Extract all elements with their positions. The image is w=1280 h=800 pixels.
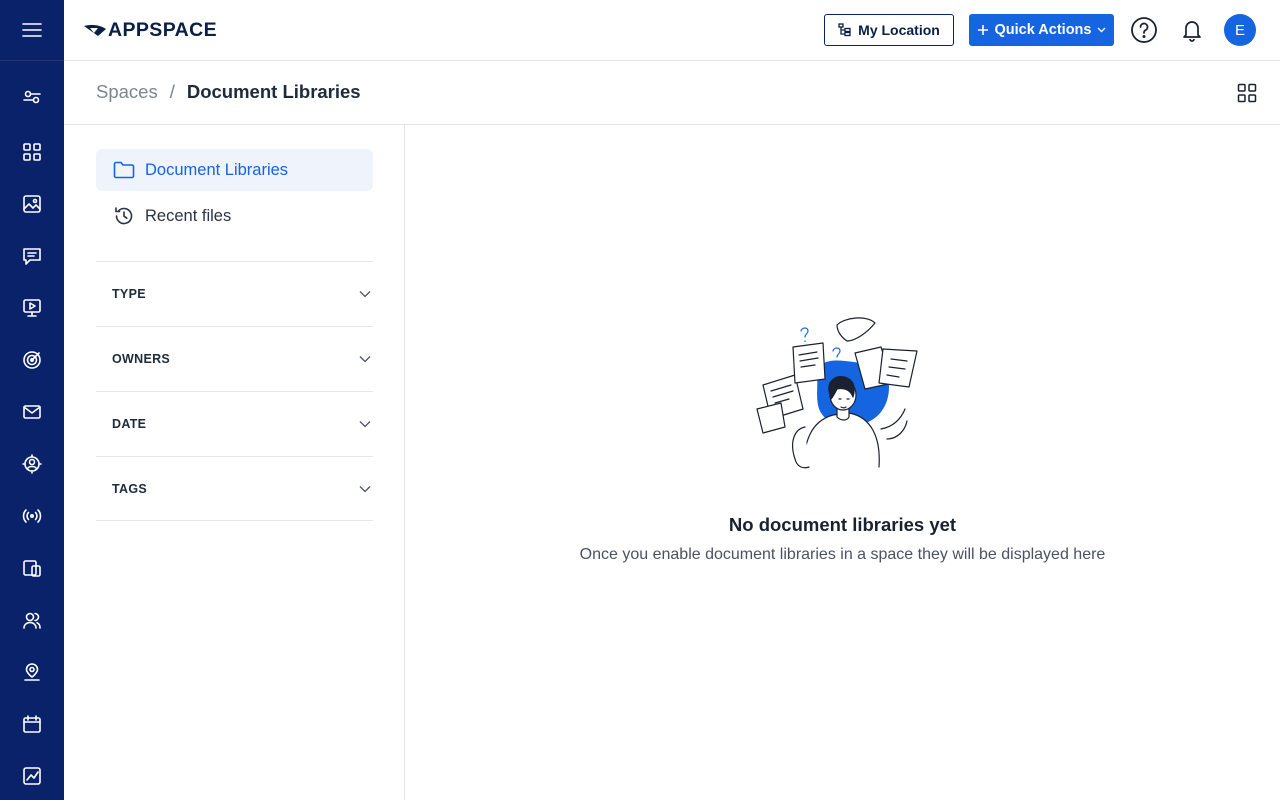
breadcrumb-separator: / <box>169 81 175 102</box>
appspace-logo[interactable]: APPSPACE <box>84 19 217 41</box>
nav-recent-files[interactable]: Recent files <box>96 195 373 237</box>
filter-owners[interactable]: OWNERS <box>96 326 373 391</box>
breadcrumb: Spaces / Document Libraries <box>96 81 361 103</box>
chevron-down-icon <box>359 356 371 363</box>
chevron-down-icon <box>359 291 371 298</box>
breadcrumb-spaces[interactable]: Spaces <box>96 81 158 103</box>
person-location-icon <box>22 454 42 474</box>
main-content: No document libraries yet Once you enabl… <box>405 125 1280 800</box>
nav-document-libraries[interactable]: Document Libraries <box>96 149 373 191</box>
broadcast-icon <box>22 509 42 523</box>
filter-date-label: DATE <box>112 417 147 431</box>
rail-messages[interactable] <box>0 236 64 276</box>
dashboard-grid-icon <box>23 143 41 161</box>
filter-type-label: TYPE <box>112 287 146 301</box>
page-title: Document Libraries <box>186 81 361 102</box>
quick-actions-label: Quick Actions <box>994 22 1092 38</box>
calendar-icon <box>23 715 41 733</box>
filter-date[interactable]: DATE <box>96 391 373 456</box>
mail-icon <box>23 405 41 419</box>
filter-list: TYPE OWNERS DATE TAGS <box>96 261 373 521</box>
target-icon <box>23 351 41 369</box>
filter-tags-label: TAGS <box>112 481 147 496</box>
rail-people-locator[interactable] <box>0 652 64 692</box>
empty-state-title: No document libraries yet <box>728 514 957 535</box>
rail-broadcast[interactable] <box>0 496 64 536</box>
plus-icon <box>977 25 988 35</box>
filters-icon <box>23 90 41 104</box>
grid-view-icon <box>1237 83 1257 103</box>
users-icon <box>23 612 41 629</box>
menu-button[interactable] <box>0 0 64 61</box>
nav-document-libraries-label: Document Libraries <box>145 160 289 179</box>
messages-icon <box>23 248 41 265</box>
rail-dashboard[interactable] <box>0 132 64 172</box>
rail-users[interactable] <box>0 600 64 640</box>
my-location-button[interactable]: My Location <box>824 14 954 46</box>
display-icon <box>23 299 41 317</box>
chevron-down-icon <box>1097 27 1106 33</box>
side-rail <box>0 0 64 800</box>
empty-state-illustration <box>756 317 918 469</box>
folder-icon <box>113 161 135 179</box>
rail-filters[interactable] <box>0 77 64 117</box>
filter-type[interactable]: TYPE <box>96 261 373 326</box>
chevron-down-icon <box>359 421 371 428</box>
rail-analytics[interactable] <box>0 756 64 796</box>
filter-tags[interactable]: TAGS <box>96 456 373 521</box>
bell-icon <box>1183 21 1201 42</box>
quick-actions-button[interactable]: Quick Actions <box>969 14 1114 46</box>
location-tree-icon <box>838 23 851 37</box>
rail-visitors[interactable] <box>0 444 64 484</box>
rail-channels[interactable] <box>0 288 64 328</box>
chevron-down-icon <box>359 485 371 492</box>
menu-icon <box>22 23 42 37</box>
user-avatar[interactable]: E <box>1224 14 1256 46</box>
my-location-label: My Location <box>858 22 940 38</box>
filter-owners-label: OWNERS <box>112 352 171 366</box>
logo-swoosh-icon <box>84 25 106 36</box>
rail-devices[interactable] <box>0 548 64 588</box>
rail-email[interactable] <box>0 392 64 432</box>
top-bar: APPSPACE My Location Quick Actions E <box>64 0 1280 61</box>
history-icon <box>115 207 133 225</box>
nav-recent-files-label: Recent files <box>145 206 232 225</box>
logo-text: APPSPACE <box>108 18 218 41</box>
devices-icon <box>23 560 41 577</box>
avatar-initial: E <box>1234 21 1245 39</box>
image-icon <box>23 195 41 213</box>
map-pin-user-icon <box>24 663 40 681</box>
rail-content[interactable] <box>0 184 64 224</box>
library-sidebar: Document Libraries Recent files TYPE OWN… <box>64 125 405 800</box>
notifications-button[interactable] <box>1179 17 1205 43</box>
analytics-icon <box>23 767 41 785</box>
empty-state-subtitle: Once you enable document libraries in a … <box>579 546 1106 563</box>
help-icon <box>1131 17 1157 43</box>
view-toggle-button[interactable] <box>1236 82 1258 104</box>
rail-calendar[interactable] <box>0 704 64 744</box>
help-button[interactable] <box>1130 16 1158 44</box>
breadcrumb-bar: Spaces / Document Libraries <box>64 61 1280 125</box>
rail-goals[interactable] <box>0 340 64 380</box>
